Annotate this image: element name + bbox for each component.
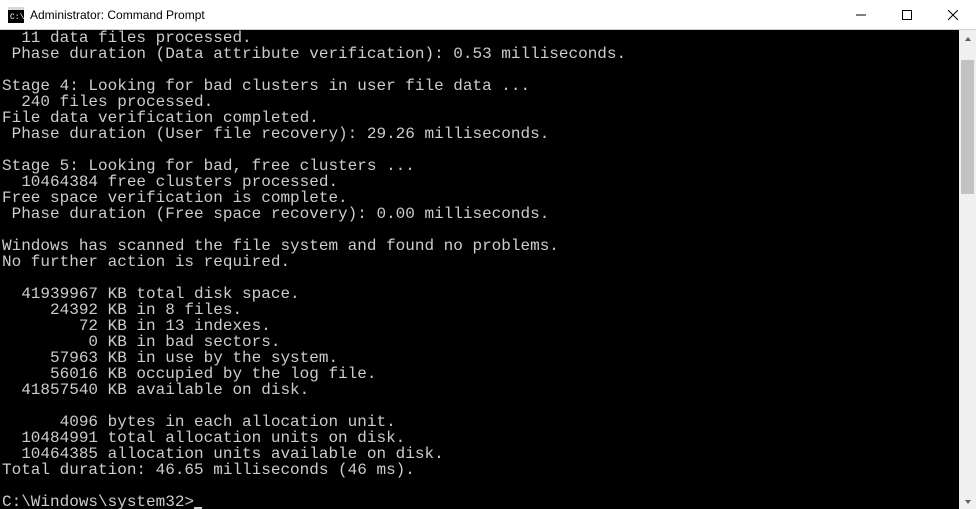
scrollbar-thumb[interactable] — [961, 60, 974, 194]
chevron-up-icon — [964, 35, 972, 43]
window-title: Administrator: Command Prompt — [30, 8, 205, 22]
terminal-line — [2, 398, 959, 414]
terminal-line: 240 files processed. — [2, 94, 959, 110]
prompt-text: C:\Windows\system32> — [2, 494, 194, 509]
terminal-line: Stage 5: Looking for bad, free clusters … — [2, 158, 959, 174]
minimize-button[interactable] — [838, 0, 884, 30]
prompt-line[interactable]: C:\Windows\system32> — [2, 494, 959, 509]
terminal-line: Windows has scanned the file system and … — [2, 238, 959, 254]
terminal-line: Phase duration (User file recovery): 29.… — [2, 126, 959, 142]
close-icon — [948, 10, 958, 20]
terminal-line — [2, 222, 959, 238]
titlebar[interactable]: C:\ Administrator: Command Prompt — [0, 0, 976, 30]
terminal-line: 4096 bytes in each allocation unit. — [2, 414, 959, 430]
close-button[interactable] — [930, 0, 976, 30]
scroll-up-button[interactable] — [959, 30, 976, 47]
terminal-line: 10464384 free clusters processed. — [2, 174, 959, 190]
svg-text:C:\: C:\ — [10, 13, 24, 22]
terminal-line: 72 KB in 13 indexes. — [2, 318, 959, 334]
scroll-down-button[interactable] — [959, 493, 976, 509]
terminal-line: 24392 KB in 8 files. — [2, 302, 959, 318]
scrollbar-track[interactable] — [959, 47, 976, 493]
terminal-line: Stage 4: Looking for bad clusters in use… — [2, 78, 959, 94]
terminal-line: 0 KB in bad sectors. — [2, 334, 959, 350]
terminal-line: File data verification completed. — [2, 110, 959, 126]
client-area: 11 data files processed. Phase duration … — [0, 30, 976, 509]
terminal-line: 41939967 KB total disk space. — [2, 286, 959, 302]
terminal-line — [2, 270, 959, 286]
cmd-icon: C:\ — [8, 7, 24, 23]
terminal-line: No further action is required. — [2, 254, 959, 270]
vertical-scrollbar[interactable] — [959, 30, 976, 509]
maximize-button[interactable] — [884, 0, 930, 30]
terminal-line: 41857540 KB available on disk. — [2, 382, 959, 398]
terminal-line — [2, 478, 959, 494]
terminal-line: Phase duration (Data attribute verificat… — [2, 46, 959, 62]
terminal-line — [2, 62, 959, 78]
terminal-line: Total duration: 46.65 milliseconds (46 m… — [2, 462, 959, 478]
maximize-icon — [902, 10, 912, 20]
chevron-down-icon — [964, 498, 972, 506]
terminal-line: Free space verification is complete. — [2, 190, 959, 206]
terminal-line: 57963 KB in use by the system. — [2, 350, 959, 366]
terminal-line: Phase duration (Free space recovery): 0.… — [2, 206, 959, 222]
terminal-output[interactable]: 11 data files processed. Phase duration … — [0, 30, 959, 509]
terminal-line: 10484991 total allocation units on disk. — [2, 430, 959, 446]
terminal-line: 56016 KB occupied by the log file. — [2, 366, 959, 382]
terminal-line: 10464385 allocation units available on d… — [2, 446, 959, 462]
terminal-line: 11 data files processed. — [2, 30, 959, 46]
terminal-line — [2, 142, 959, 158]
window-frame: C:\ Administrator: Command Prompt 11 dat… — [0, 0, 976, 509]
minimize-icon — [856, 10, 866, 20]
